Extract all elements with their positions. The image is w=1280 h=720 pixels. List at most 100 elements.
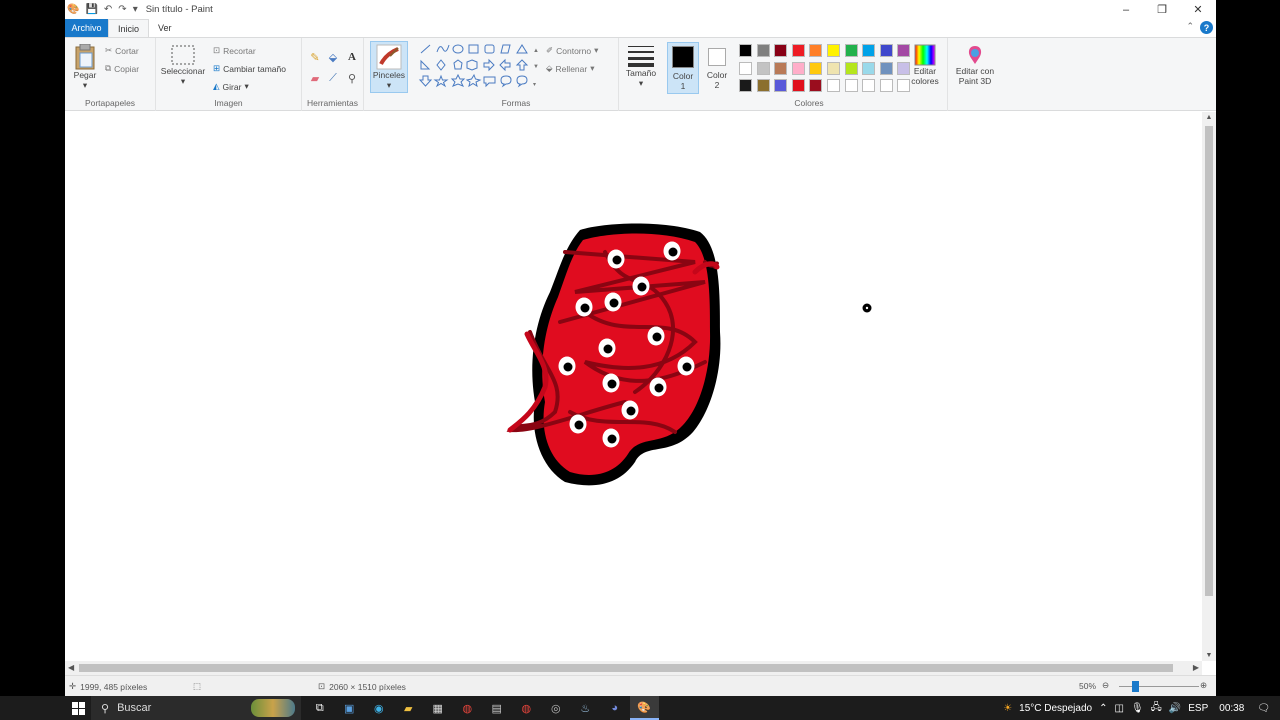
tab-home[interactable]: Inicio	[108, 19, 150, 37]
chrome-profile-icon[interactable]: ◍	[512, 696, 542, 720]
palette-swatch[interactable]	[862, 61, 876, 75]
notifications-icon[interactable]: 🗨	[1257, 703, 1270, 714]
horizontal-scrollbar[interactable]: ◀ ▶	[65, 661, 1202, 675]
taskbar-search[interactable]: ⚲ Buscar	[91, 696, 301, 720]
task-view-icon[interactable]: ⧉	[305, 696, 335, 720]
store-icon[interactable]: ▦	[423, 696, 453, 720]
palette-swatch[interactable]	[739, 61, 752, 75]
palette-swatch[interactable]	[844, 61, 858, 75]
palette-swatch[interactable]	[774, 61, 788, 75]
outline-button[interactable]: ✐ Contorno ▾	[546, 45, 598, 56]
palette-swatch[interactable]	[862, 79, 876, 92]
size-button[interactable]: Tamaño ▾	[621, 44, 661, 88]
scroll-right-arrow-icon[interactable]: ▶	[1193, 661, 1199, 675]
palette-swatch[interactable]	[774, 44, 788, 57]
palette-swatch[interactable]	[809, 44, 823, 57]
discord-icon[interactable]: ◕	[600, 696, 630, 720]
scroll-left-arrow-icon[interactable]: ◀	[68, 661, 74, 675]
outline-chevron-icon: ▾	[594, 45, 599, 55]
color2-label: Color 2	[706, 70, 728, 90]
close-button[interactable]: ✕	[1180, 0, 1216, 19]
tab-view[interactable]: Ver	[149, 19, 181, 37]
copy-button[interactable]: ⧉ Copiar	[105, 63, 139, 74]
resize-button[interactable]: ⊞ Cambiar tamaño	[213, 63, 286, 74]
save-icon[interactable]: 💾	[85, 4, 97, 15]
palette-swatch[interactable]	[844, 79, 858, 92]
color-picker-icon[interactable]: ⟋	[326, 71, 340, 85]
volume-icon[interactable]: 🔊	[1169, 703, 1181, 714]
app-circle-icon[interactable]: ◎	[541, 696, 571, 720]
palette-swatch[interactable]	[739, 79, 752, 92]
palette-swatch[interactable]	[774, 79, 788, 92]
zoom-out-icon[interactable]: ⊖	[1102, 680, 1109, 691]
clock[interactable]: 00:38	[1219, 703, 1244, 714]
palette-swatch[interactable]	[756, 61, 770, 75]
drawing-canvas[interactable]	[65, 112, 1216, 661]
palette-swatch[interactable]	[791, 61, 805, 75]
palette-swatch[interactable]	[879, 79, 893, 92]
zoom-in-icon[interactable]: ⊕	[1200, 680, 1207, 691]
palette-swatch[interactable]	[791, 79, 805, 92]
horizontal-scroll-thumb[interactable]	[79, 664, 1173, 672]
color1-button[interactable]: Color 1	[667, 42, 699, 94]
network-icon[interactable]: 🖧	[1151, 700, 1162, 717]
vertical-scrollbar[interactable]: ▲ ▼	[1202, 112, 1216, 661]
eraser-icon[interactable]: ▰	[308, 71, 322, 85]
palette-swatch[interactable]	[756, 79, 770, 92]
pencil-icon[interactable]: ✎	[308, 50, 322, 64]
redo-icon[interactable]: ↷	[118, 4, 126, 15]
paint3d-button[interactable]: Editar con Paint 3D	[949, 44, 1001, 86]
customize-chevron-icon[interactable]: ▾	[133, 4, 138, 15]
undo-icon[interactable]: ↶	[104, 4, 112, 15]
edge-icon[interactable]: ◉	[364, 696, 394, 720]
start-button[interactable]	[66, 696, 90, 720]
palette-swatch[interactable]	[791, 44, 805, 57]
color2-button[interactable]: Color 2	[701, 42, 733, 94]
palette-swatch[interactable]	[862, 44, 876, 57]
edit-colors-button[interactable]: Editar colores	[905, 44, 945, 86]
tab-file[interactable]: Archivo	[65, 19, 108, 37]
language-indicator[interactable]: ESP	[1188, 703, 1208, 714]
palette-swatch[interactable]	[756, 44, 770, 57]
vertical-scroll-thumb[interactable]	[1205, 126, 1213, 596]
eye	[558, 356, 576, 376]
help-icon[interactable]: ?	[1200, 21, 1213, 34]
palette-swatch[interactable]	[827, 44, 840, 57]
collapse-ribbon-icon[interactable]: ⌃	[1186, 21, 1194, 32]
microphone-icon[interactable]: 🎙	[1131, 703, 1144, 714]
palette-swatch[interactable]	[844, 44, 858, 57]
select-button[interactable]: Seleccionar ▾	[160, 44, 206, 86]
palette-swatch[interactable]	[827, 61, 840, 75]
palette-swatch[interactable]	[879, 61, 893, 75]
rotate-button[interactable]: ◭ Girar ▾	[213, 81, 249, 92]
palette-swatch[interactable]	[827, 79, 840, 92]
restore-button[interactable]: ❐	[1144, 0, 1180, 19]
chrome-icon[interactable]: ◍	[453, 696, 483, 720]
fill-button[interactable]: ⬙ Rellenar ▾	[546, 63, 594, 74]
minimize-button[interactable]: –	[1108, 0, 1144, 19]
crop-button[interactable]: ⊡ Recortar	[213, 45, 256, 56]
brushes-label: Pinceles	[372, 70, 406, 80]
fill-bucket-icon[interactable]: ⬙	[326, 50, 340, 64]
shapes-gallery[interactable]: ▲ ▼ ▾	[418, 42, 538, 92]
weather-text[interactable]: 15°C Despejado	[1019, 703, 1092, 714]
palette-swatch[interactable]	[879, 44, 893, 57]
cut-button[interactable]: ✂ Cortar	[105, 45, 139, 56]
magnifier-icon[interactable]: ⚲	[345, 71, 359, 85]
calculator-icon[interactable]: ▤	[482, 696, 512, 720]
steam-icon[interactable]: ♨	[571, 696, 601, 720]
paint-taskbar-icon[interactable]: 🎨	[629, 696, 659, 720]
zoom-slider-thumb[interactable]	[1131, 681, 1139, 692]
palette-swatch[interactable]	[809, 61, 823, 75]
scroll-up-arrow-icon[interactable]: ▲	[1202, 114, 1216, 121]
tray-expand-icon[interactable]: ⌃	[1099, 703, 1107, 714]
file-explorer-icon[interactable]: ▰	[394, 696, 424, 720]
app-icon[interactable]: ▣	[335, 696, 365, 720]
paste-button[interactable]: Pegar ▾	[71, 44, 99, 90]
meet-icon[interactable]: ◫	[1114, 703, 1123, 714]
palette-swatch[interactable]	[809, 79, 823, 92]
scroll-down-arrow-icon[interactable]: ▼	[1202, 652, 1216, 659]
text-tool-icon[interactable]: A	[345, 50, 359, 64]
brushes-button[interactable]: Pinceles ▾	[370, 41, 408, 93]
palette-swatch[interactable]	[739, 44, 752, 57]
